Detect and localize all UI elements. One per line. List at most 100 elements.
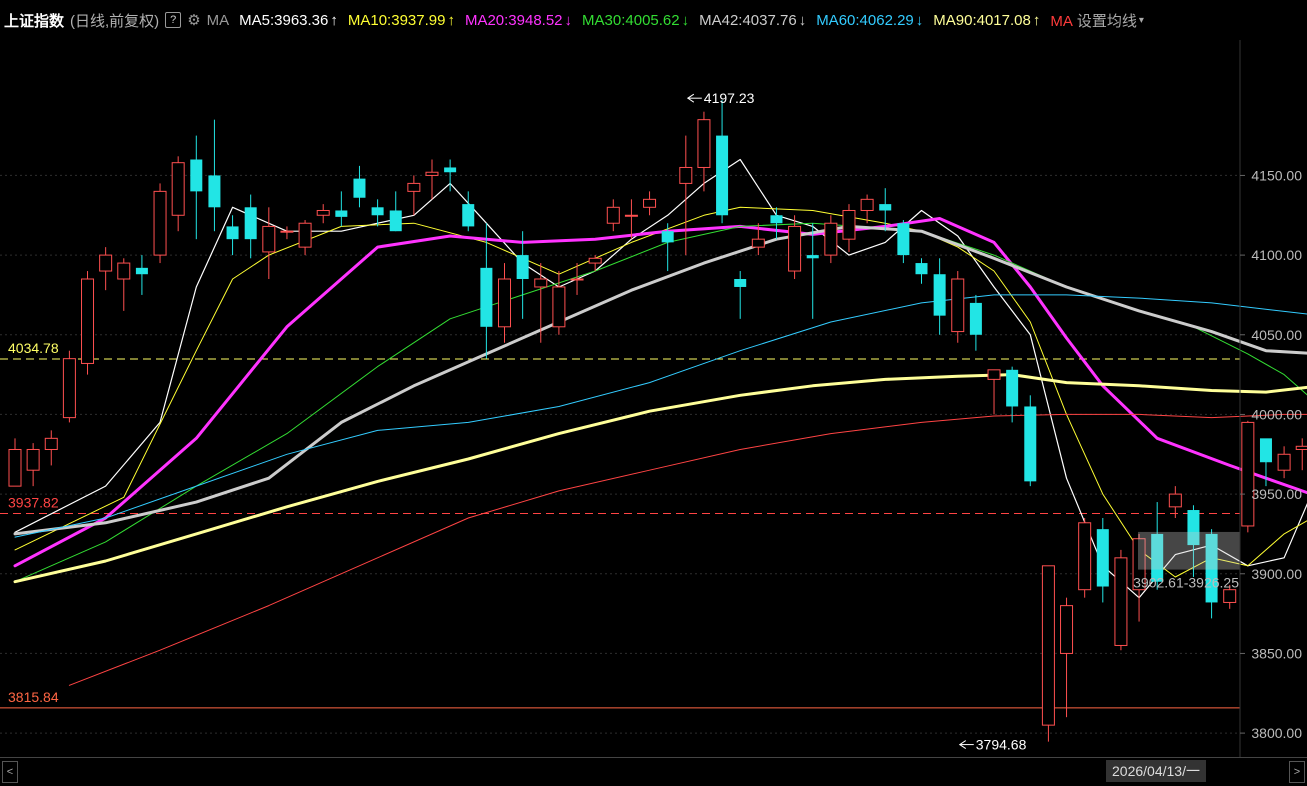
gear-icon[interactable]: ⚙ [187, 11, 200, 29]
candle-body-up [99, 254, 113, 272]
candle-body-up [1078, 522, 1092, 591]
candle-body-up [1223, 589, 1237, 603]
candle-body-down [371, 207, 384, 216]
index-title[interactable]: 上证指数 [4, 10, 64, 31]
candle-body-up [62, 358, 76, 419]
candle-body-down [226, 226, 239, 240]
range-box-label: 3902.61-3926.25 [1133, 575, 1239, 591]
candle-body-down [462, 204, 475, 227]
ma-legend-value: MA90:4017.08 [933, 11, 1031, 29]
ma-line-ma42 [13, 224, 1307, 536]
y-tick-label: 3850.00 [1251, 645, 1302, 661]
ma-line-ma60 [14, 294, 1307, 538]
ma-legend-item[interactable]: MA90:4017.08 ↑ [933, 12, 1040, 29]
candle-body-up [570, 278, 584, 281]
level-label: 3937.82 [8, 495, 59, 511]
candle-body-down [933, 274, 946, 316]
candle-body-up [987, 369, 1001, 380]
period-subtitle[interactable]: (日线,前复权) [70, 10, 159, 31]
ma-legend-value: MA20:3948.52 [464, 11, 563, 29]
candle-body-up [1241, 421, 1255, 527]
annotation-label: 4197.23 [704, 90, 755, 106]
candle-body-down [335, 210, 348, 217]
arrow-down-icon: ↓ [564, 11, 573, 29]
ma-legend: MA5:3963.36 ↑ MA10:3937.99 ↑ MA20:3948.52 ↓ MA… [229, 12, 1040, 29]
annotation-label: 3794.68 [976, 737, 1027, 753]
ma-legend-item[interactable]: MA10:3937.99 ↑ [348, 12, 455, 29]
ma-line-ma10 [14, 206, 1307, 578]
chart-header: 上证指数 (日线,前复权) ? ⚙ MA MA5:3963.36 ↑ MA10:39… [0, 0, 1307, 40]
y-tick-label: 4050.00 [1251, 327, 1302, 343]
candle-body-down [897, 223, 910, 256]
help-icon[interactable]: ? [165, 12, 182, 28]
candle-body-down [190, 159, 203, 192]
candle-body-up [1041, 565, 1055, 726]
ma-legend-value: MA30:4005.62 [582, 11, 680, 29]
ma-line-ma90 [13, 373, 1307, 584]
candle-body-up [643, 198, 657, 208]
candle-body-down [915, 263, 928, 275]
ma-legend-item[interactable]: MA5:3963.36 ↑ [239, 12, 338, 29]
y-tick-label: 3950.00 [1251, 486, 1302, 502]
candle-body-down [1096, 529, 1109, 587]
candlestick-chart[interactable]: 4034.78 3937.82 3815.84 3902.61-3926.25 419… [0, 40, 1307, 757]
candle-body-up [1060, 605, 1074, 654]
candle-body-up [81, 278, 95, 364]
bottom-bar: < 2026/04/13/一 > [0, 757, 1307, 786]
candle-body-up [679, 166, 693, 184]
candle-body-up [262, 225, 276, 253]
arrow-down-icon: ↓ [915, 11, 924, 29]
candle-body-down [969, 302, 982, 335]
candle-body-up [298, 222, 312, 248]
candle-body-up [1168, 493, 1182, 508]
candle-body-up [316, 209, 330, 216]
candle-body-down [353, 178, 366, 198]
candle-body-up [788, 225, 802, 272]
ma-settings-label: 设置均线 [1076, 12, 1137, 30]
ma-settings-ma: MA [1050, 12, 1073, 30]
candle-body-down [244, 207, 257, 240]
candle-body-up [26, 448, 40, 471]
ma-legend-item[interactable]: MA60:4062.29 ↓ [816, 12, 923, 29]
candle-body-up [425, 171, 439, 176]
candle-body-down [734, 279, 747, 287]
candle-body-up [842, 209, 856, 240]
candle-body-up [407, 182, 421, 192]
candle-body-up [1114, 557, 1128, 646]
ma-legend-item[interactable]: MA42:4037.76 ↓ [699, 12, 806, 29]
candle-body-up [44, 437, 58, 450]
candle-body-down [208, 175, 221, 208]
ma-legend-value: MA42:4037.76 [699, 11, 797, 29]
scroll-right-button[interactable]: > [1289, 761, 1305, 783]
arrow-up-icon: ↑ [1032, 11, 1041, 29]
y-tick-label: 3800.00 [1251, 725, 1302, 741]
scroll-left-button[interactable]: < [2, 761, 18, 783]
candle-body-up [1295, 445, 1307, 450]
ma-settings-link[interactable]: MA 设置均线 [1050, 10, 1137, 31]
y-tick-label: 4150.00 [1251, 167, 1302, 183]
candle-body-down [1006, 369, 1019, 407]
arrow-down-icon: ↓ [681, 11, 690, 29]
candle-body-up [824, 222, 838, 256]
candle-body-up [498, 278, 512, 328]
candle-body-up [751, 238, 765, 248]
date-badge: 2026/04/13/一 [1106, 760, 1206, 782]
candle-body-down [770, 215, 783, 224]
y-tick-label: 4000.00 [1251, 406, 1302, 422]
ma-legend-item[interactable]: MA30:4005.62 ↓ [582, 12, 689, 29]
ma-legend-value: MA10:3937.99 [347, 11, 446, 29]
candle-body-up [171, 162, 185, 216]
chevron-down-icon[interactable]: ▾ [1139, 15, 1144, 26]
candle-body-up [606, 206, 620, 224]
candle-body-up [624, 214, 638, 217]
y-tick-label: 4100.00 [1251, 247, 1302, 263]
candle-body-down [135, 267, 148, 275]
candle-body-up [860, 198, 874, 211]
candle-body-up [697, 119, 711, 168]
ma-legend-item[interactable]: MA20:3948.52 ↓ [465, 12, 572, 29]
candle-body-down [389, 210, 402, 232]
candle-body-up [117, 262, 131, 280]
candle-body-down [806, 255, 819, 259]
ma-legend-value: MA60:4062.29 [816, 11, 914, 29]
range-box [1138, 531, 1240, 570]
